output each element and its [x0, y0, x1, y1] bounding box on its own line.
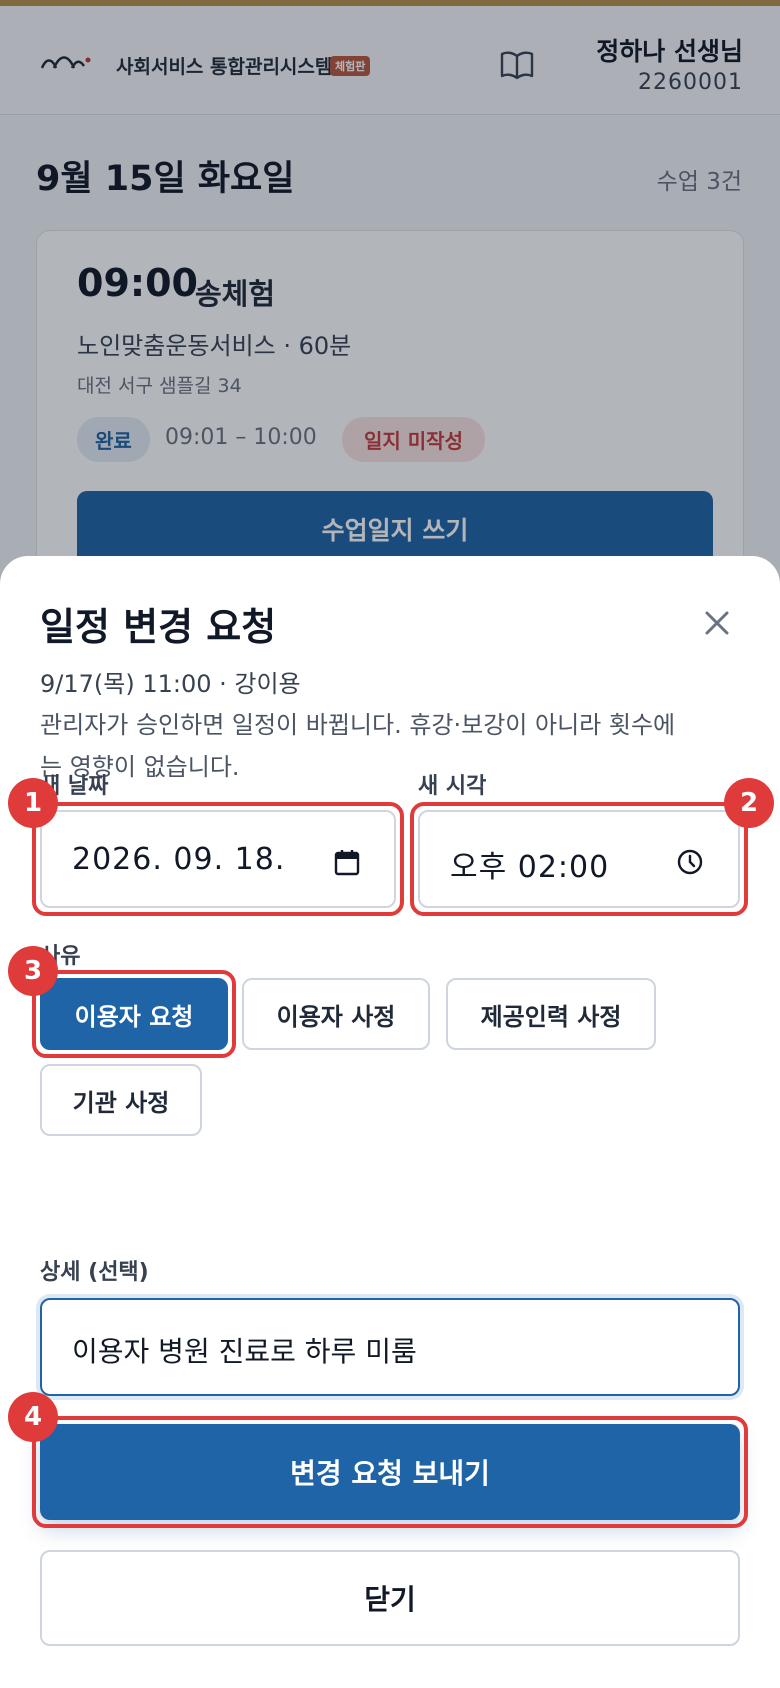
sheet-title: 일정 변경 요청 [40, 605, 277, 649]
marker-1: 1 [8, 778, 58, 828]
marker-2: 2 [724, 778, 774, 828]
close-button[interactable]: 닫기 [40, 1550, 740, 1646]
detail-input[interactable]: 이용자 병원 진료로 하루 미룸 [40, 1298, 740, 1396]
sheet-subtitle: 9/17(목) 11:00 · 강이용 [40, 670, 301, 698]
detail-value: 이용자 병원 진료로 하루 미룸 [72, 1335, 417, 1368]
new-time-label: 새 시각 [418, 774, 487, 799]
new-time-value: 오후 02:00 [450, 850, 610, 885]
reason-chip-provider-circumstance[interactable]: 제공인력 사정 [446, 978, 656, 1050]
submit-change-request-button[interactable]: 변경 요청 보내기 [40, 1424, 740, 1520]
reason-chip-user-circumstance[interactable]: 이용자 사정 [242, 978, 430, 1050]
new-date-value: 2026. 09. 18. [72, 842, 286, 877]
marker-3: 3 [8, 946, 58, 996]
schedule-change-sheet: 일정 변경 요청 9/17(목) 11:00 · 강이용 관리자가 승인하면 일… [0, 556, 780, 1688]
calendar-icon[interactable] [334, 848, 360, 876]
close-icon[interactable] [700, 606, 734, 640]
sheet-description: 관리자가 승인하면 일정이 바뀝니다. 휴강·보강이 아니라 횟수에는 영향이 … [40, 711, 676, 781]
new-time-field[interactable]: 오후 02:00 [418, 810, 740, 908]
marker-4: 4 [8, 1392, 58, 1442]
new-date-field[interactable]: 2026. 09. 18. [40, 810, 396, 908]
clock-icon[interactable] [676, 848, 704, 876]
reason-chip-user-request[interactable]: 이용자 요청 [40, 978, 228, 1050]
reason-chip-agency-circumstance[interactable]: 기관 사정 [40, 1064, 202, 1136]
detail-label: 상세 (선택) [40, 1260, 149, 1285]
